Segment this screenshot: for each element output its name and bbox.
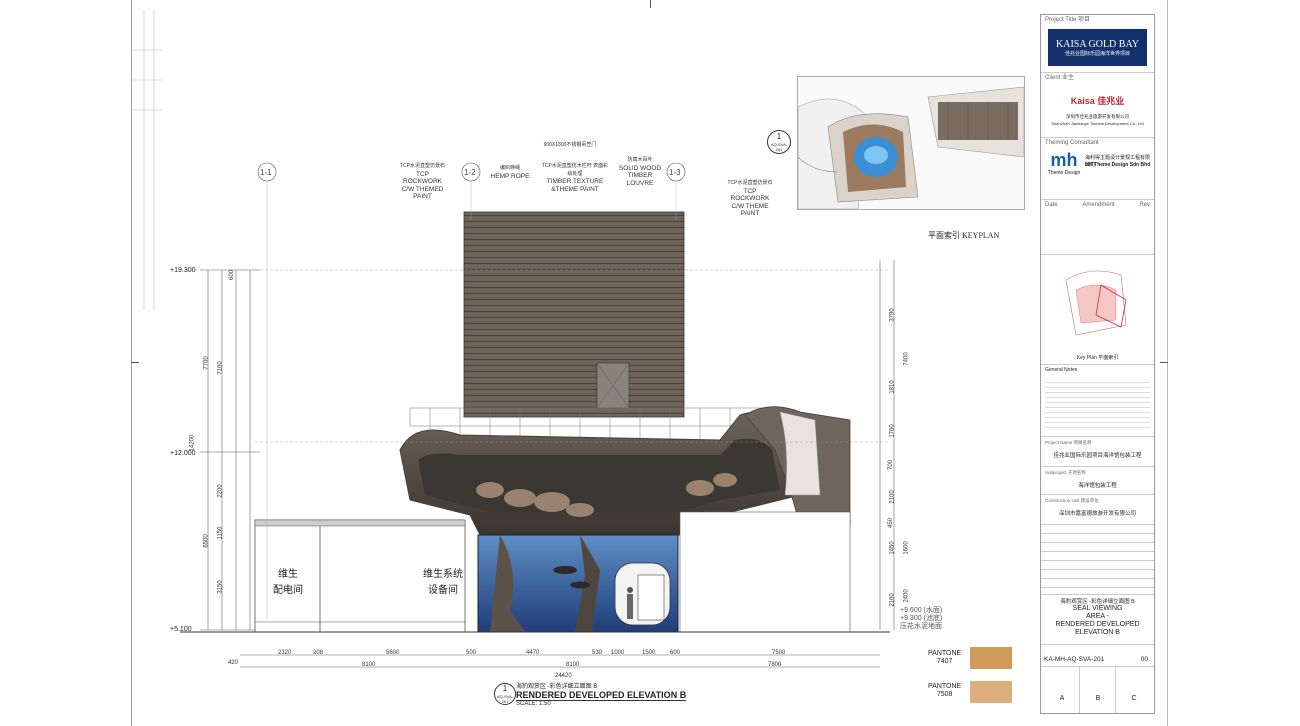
- dimension-label: 3790: [889, 308, 896, 322]
- room-label: 维生系统 设备间: [423, 569, 463, 596]
- tb-keyplan: Key Plan 平面索引: [1041, 255, 1154, 365]
- dimension-label: 1810: [889, 380, 896, 394]
- dimension-label: 24420: [555, 673, 572, 679]
- grid-label: 1-1: [260, 168, 272, 177]
- tb-consultant: Theming Consultant mh Theme Design 海利得主题…: [1041, 138, 1154, 200]
- dimension-label: 7400: [903, 352, 910, 366]
- title-block: Project Title 项目 KAISA GOLD BAY 佳兆业国际乐园海…: [1040, 14, 1155, 714]
- elevation-title-marker: 1 AQ-SVA-201: [494, 683, 516, 705]
- dimension-label: 1500: [642, 650, 656, 656]
- keyplan: [797, 76, 1025, 210]
- room-label: 维生 配电间: [273, 569, 303, 596]
- dimension-label: 600: [229, 269, 236, 281]
- tb-project-title: Project Title 项目 KAISA GOLD BAY 佳兆业国际乐园海…: [1041, 15, 1154, 73]
- dimension-label: 7500: [772, 650, 786, 656]
- dimension-label: 3150: [217, 580, 224, 594]
- grid-label: 1-2: [464, 168, 476, 177]
- dimension-label: 7700: [203, 356, 210, 370]
- margin-revision-strip: [132, 10, 162, 310]
- project-banner: KAISA GOLD BAY 佳兆业国际乐园海洋世界项目: [1048, 29, 1147, 66]
- dimension-label: 14200: [189, 434, 196, 452]
- pantone-swatch: [970, 681, 1012, 703]
- dimension-label: 1150: [217, 526, 224, 540]
- grid-label: 1-3: [669, 168, 681, 177]
- material-callout: 900X1800不锈钢吊笠门: [543, 142, 597, 148]
- consultant-logo: mh Theme Design: [1047, 150, 1081, 176]
- elevation-title: 海豹观赏区 -彩色详细立面图 B RENDERED DEVELOPED ELEV…: [516, 684, 687, 707]
- material-callout: TCP水泥直塑仿景石 TCP ROCKWORK C/W THEME PAINT: [727, 180, 773, 217]
- tb-client: Client 业主 Kaisa 佳兆业 深圳市佳兆业旅游开发有限公司 ShenZ…: [1041, 73, 1154, 138]
- crop-mark: [1160, 362, 1168, 363]
- material-callout: 防腐木百叶 SOLID WOOD TIMBER LOUVRE: [618, 157, 662, 187]
- level-note: +9.600 (水面): [900, 607, 943, 614]
- dimension-label: 2320: [278, 650, 292, 656]
- tb-drawing-title: 海豹观赏区 -彩色详细立面图 B SEAL VIEWING AREA - REN…: [1041, 595, 1154, 645]
- dimension-label: 1600: [903, 541, 910, 555]
- tb-construction-unit: Construction Unit 建设单位 深圳市嘉富德旅游开发有限公司: [1041, 495, 1154, 525]
- dimension-label: 600: [670, 650, 681, 656]
- dimension-label: 1000: [611, 650, 625, 656]
- dimension-label: 2100: [889, 490, 896, 504]
- tb-project-name: Project Name 项目名称 佳兆业国际乐园项目海洋馆包装工程: [1041, 437, 1154, 467]
- dimension-label: 8100: [566, 662, 580, 668]
- tb-keyplan-drawing: [1065, 270, 1127, 336]
- dimension-label: 7100: [217, 361, 224, 375]
- dimension-label: 420: [228, 660, 239, 666]
- client-logo: Kaisa 佳兆业: [1070, 96, 1125, 106]
- level-mark: +19.300: [170, 267, 196, 274]
- pantone-swatch: [970, 647, 1012, 669]
- dimension-label: 700: [888, 459, 895, 471]
- material-callout: TCP水泥直塑仿木栏杆 表面彩绘处理 TIMBER TEXTURE &THEME …: [541, 163, 609, 193]
- dimension-label: 2200: [217, 484, 224, 498]
- tb-subproject: Subproject 子项名称 海洋馆包装工程: [1041, 467, 1154, 495]
- dimension-label: 500: [466, 650, 477, 656]
- level-note: +9.300 (池底): [900, 615, 943, 622]
- dimension-label: 2100: [889, 593, 896, 607]
- dimension-label: 530: [592, 650, 603, 656]
- dimension-label: 1700: [889, 424, 896, 438]
- keyplan-marker: 1 AQ-SVA-201: [767, 130, 791, 154]
- dimension-label: 1450: [889, 541, 896, 555]
- tb-stamps: A B C: [1041, 667, 1154, 713]
- keyplan-title: 平面索引 KEYPLAN: [928, 231, 1000, 240]
- keyplan-drawing: [798, 86, 1024, 209]
- level-note: 压花水泥地面: [900, 623, 942, 630]
- elevation-drawing: [180, 162, 895, 668]
- tb-signatures: [1041, 525, 1154, 595]
- tb-revisions: Date Amendment Rev: [1041, 200, 1154, 255]
- tb-drawing-number: KA-MH-AQ-SVA-201 00: [1041, 645, 1154, 667]
- dimension-label: 450: [888, 517, 895, 529]
- dimension-label: 7800: [768, 662, 782, 668]
- dimension-label: 4470: [526, 650, 540, 656]
- dimension-label: 6500: [203, 534, 210, 548]
- pantone-label: PANTONE 7407: [928, 650, 962, 665]
- dimension-label: 2400: [903, 589, 910, 603]
- material-callout: TCP水泥直塑仿景石 TCP ROCKWORK C/W THEMED PAINT: [399, 163, 445, 200]
- material-callout: 编织麻绳 HEMP ROPE: [490, 165, 530, 180]
- dimension-label: 5600: [386, 650, 400, 656]
- dimension-label: 8100: [362, 662, 376, 668]
- pantone-label: PANTONE 7508: [928, 683, 962, 698]
- crop-mark: [650, 0, 651, 8]
- tb-notes: General Notes: [1041, 365, 1154, 437]
- dimension-label: 208: [313, 650, 324, 656]
- crop-mark: [131, 362, 139, 363]
- level-mark: +5.100: [170, 626, 192, 633]
